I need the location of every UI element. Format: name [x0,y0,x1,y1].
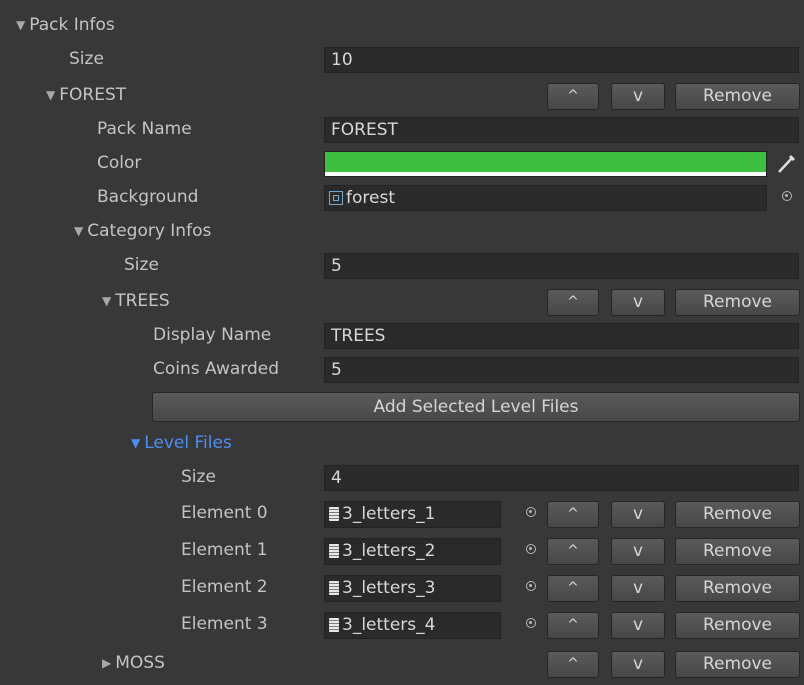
add-selected-level-files-button[interactable]: Add Selected Level Files [152,392,800,422]
expand-triangle-icon: ▼ [74,224,84,238]
expand-triangle-icon: ▼ [131,436,141,450]
display-name-label: Display Name [153,325,272,345]
color-row: Color [10,148,804,182]
color-swatch[interactable] [324,151,767,177]
pack-infos-foldout[interactable]: ▼ Pack Infos [10,11,804,45]
element-move-up-button[interactable]: ^ [547,501,599,528]
category-size-row: Size 5 [10,250,804,284]
list-item: Element 3 3_letters_4 ^ v Remove [10,609,804,643]
text-asset-icon [329,618,339,632]
level-files-size-field[interactable]: 4 [324,465,799,491]
size-label: Size [181,467,216,487]
background-object-field[interactable]: forest [324,185,767,211]
level-file-object-field[interactable]: 3_letters_4 [324,612,501,639]
level-file-object-field[interactable]: 3_letters_3 [324,575,501,602]
trees-foldout[interactable]: ▼ TREES ^ v Remove [10,286,804,320]
expand-triangle-icon: ▼ [16,18,26,32]
level-files-size-row: Size 4 [10,462,804,496]
element-label: Element 1 [181,540,268,560]
pack-name-row: Pack Name FOREST [10,114,804,148]
list-item: Element 2 3_letters_3 ^ v Remove [10,572,804,606]
pack-infos-label: Pack Infos [29,15,115,35]
level-file-value: 3_letters_1 [342,504,436,524]
category-size-field[interactable]: 5 [324,253,799,279]
collapsed-triangle-icon: ▶ [102,656,112,670]
level-files-label: Level Files [144,433,232,453]
display-name-field[interactable]: TREES [324,323,799,349]
expand-triangle-icon: ▼ [46,88,56,102]
text-asset-icon [329,544,339,558]
expand-triangle-icon: ▼ [102,294,112,308]
pack-size-row: Size 10 [10,44,804,78]
coins-awarded-label: Coins Awarded [153,359,280,379]
element-label: Element 3 [181,614,268,634]
forest-move-down-button[interactable]: v [611,83,665,110]
forest-move-up-button[interactable]: ^ [547,83,599,110]
level-file-value: 3_letters_4 [342,615,436,635]
background-value: forest [346,188,395,208]
trees-remove-button[interactable]: Remove [675,289,800,316]
element-label: Element 0 [181,503,268,523]
add-files-row: Add Selected Level Files [10,390,804,424]
display-name-row: Display Name TREES [10,320,804,354]
level-file-value: 3_letters_3 [342,578,436,598]
coins-awarded-field[interactable]: 5 [324,357,799,383]
level-file-object-field[interactable]: 3_letters_2 [324,538,501,565]
element-move-down-button[interactable]: v [611,538,665,565]
trees-move-up-button[interactable]: ^ [547,289,599,316]
category-infos-foldout[interactable]: ▼ Category Infos [10,216,804,250]
object-picker-icon[interactable] [526,581,536,591]
text-asset-icon [329,581,339,595]
forest-remove-button[interactable]: Remove [675,83,800,110]
moss-move-down-button[interactable]: v [611,651,665,678]
element-remove-button[interactable]: Remove [675,538,800,565]
background-row: Background forest [10,182,804,216]
inspector-panel: ▼ Pack Infos Size 10 ▼ FOREST ^ v Remove P… [10,0,804,685]
element-move-up-button[interactable]: ^ [547,575,599,602]
trees-label: TREES [115,291,170,311]
object-picker-icon[interactable] [526,544,536,554]
pack-name-label: Pack Name [97,119,192,139]
level-file-object-field[interactable]: 3_letters_1 [324,501,501,528]
element-move-down-button[interactable]: v [611,575,665,602]
background-label: Background [97,187,199,207]
element-move-up-button[interactable]: ^ [547,538,599,565]
object-picker-icon[interactable] [526,507,536,517]
element-move-down-button[interactable]: v [611,501,665,528]
level-file-value: 3_letters_2 [342,541,436,561]
element-remove-button[interactable]: Remove [675,612,800,639]
element-remove-button[interactable]: Remove [675,501,800,528]
eyedropper-icon[interactable] [776,154,796,174]
moss-remove-button[interactable]: Remove [675,651,800,678]
forest-label: FOREST [59,85,127,105]
object-picker-icon[interactable] [526,618,536,628]
category-infos-label: Category Infos [87,221,212,241]
element-move-up-button[interactable]: ^ [547,612,599,639]
object-picker-icon[interactable] [782,191,792,201]
level-files-foldout[interactable]: ▼ Level Files [10,428,804,462]
size-label: Size [124,255,159,275]
text-asset-icon [329,507,339,521]
moss-foldout[interactable]: ▶ MOSS ^ v Remove [10,648,804,682]
forest-foldout[interactable]: ▼ FOREST ^ v Remove [10,80,804,114]
alpha-bar [325,172,766,176]
element-move-down-button[interactable]: v [611,612,665,639]
element-label: Element 2 [181,577,268,597]
pack-size-field[interactable]: 10 [324,47,799,73]
element-remove-button[interactable]: Remove [675,575,800,602]
trees-move-down-button[interactable]: v [611,289,665,316]
coins-awarded-row: Coins Awarded 5 [10,354,804,388]
moss-label: MOSS [115,653,165,673]
moss-move-up-button[interactable]: ^ [547,651,599,678]
list-item: Element 1 3_letters_2 ^ v Remove [10,535,804,569]
list-item: Element 0 3_letters_1 ^ v Remove [10,498,804,532]
color-label: Color [97,153,142,173]
pack-name-field[interactable]: FOREST [324,117,799,143]
sprite-icon [329,191,343,205]
size-label: Size [69,49,104,69]
